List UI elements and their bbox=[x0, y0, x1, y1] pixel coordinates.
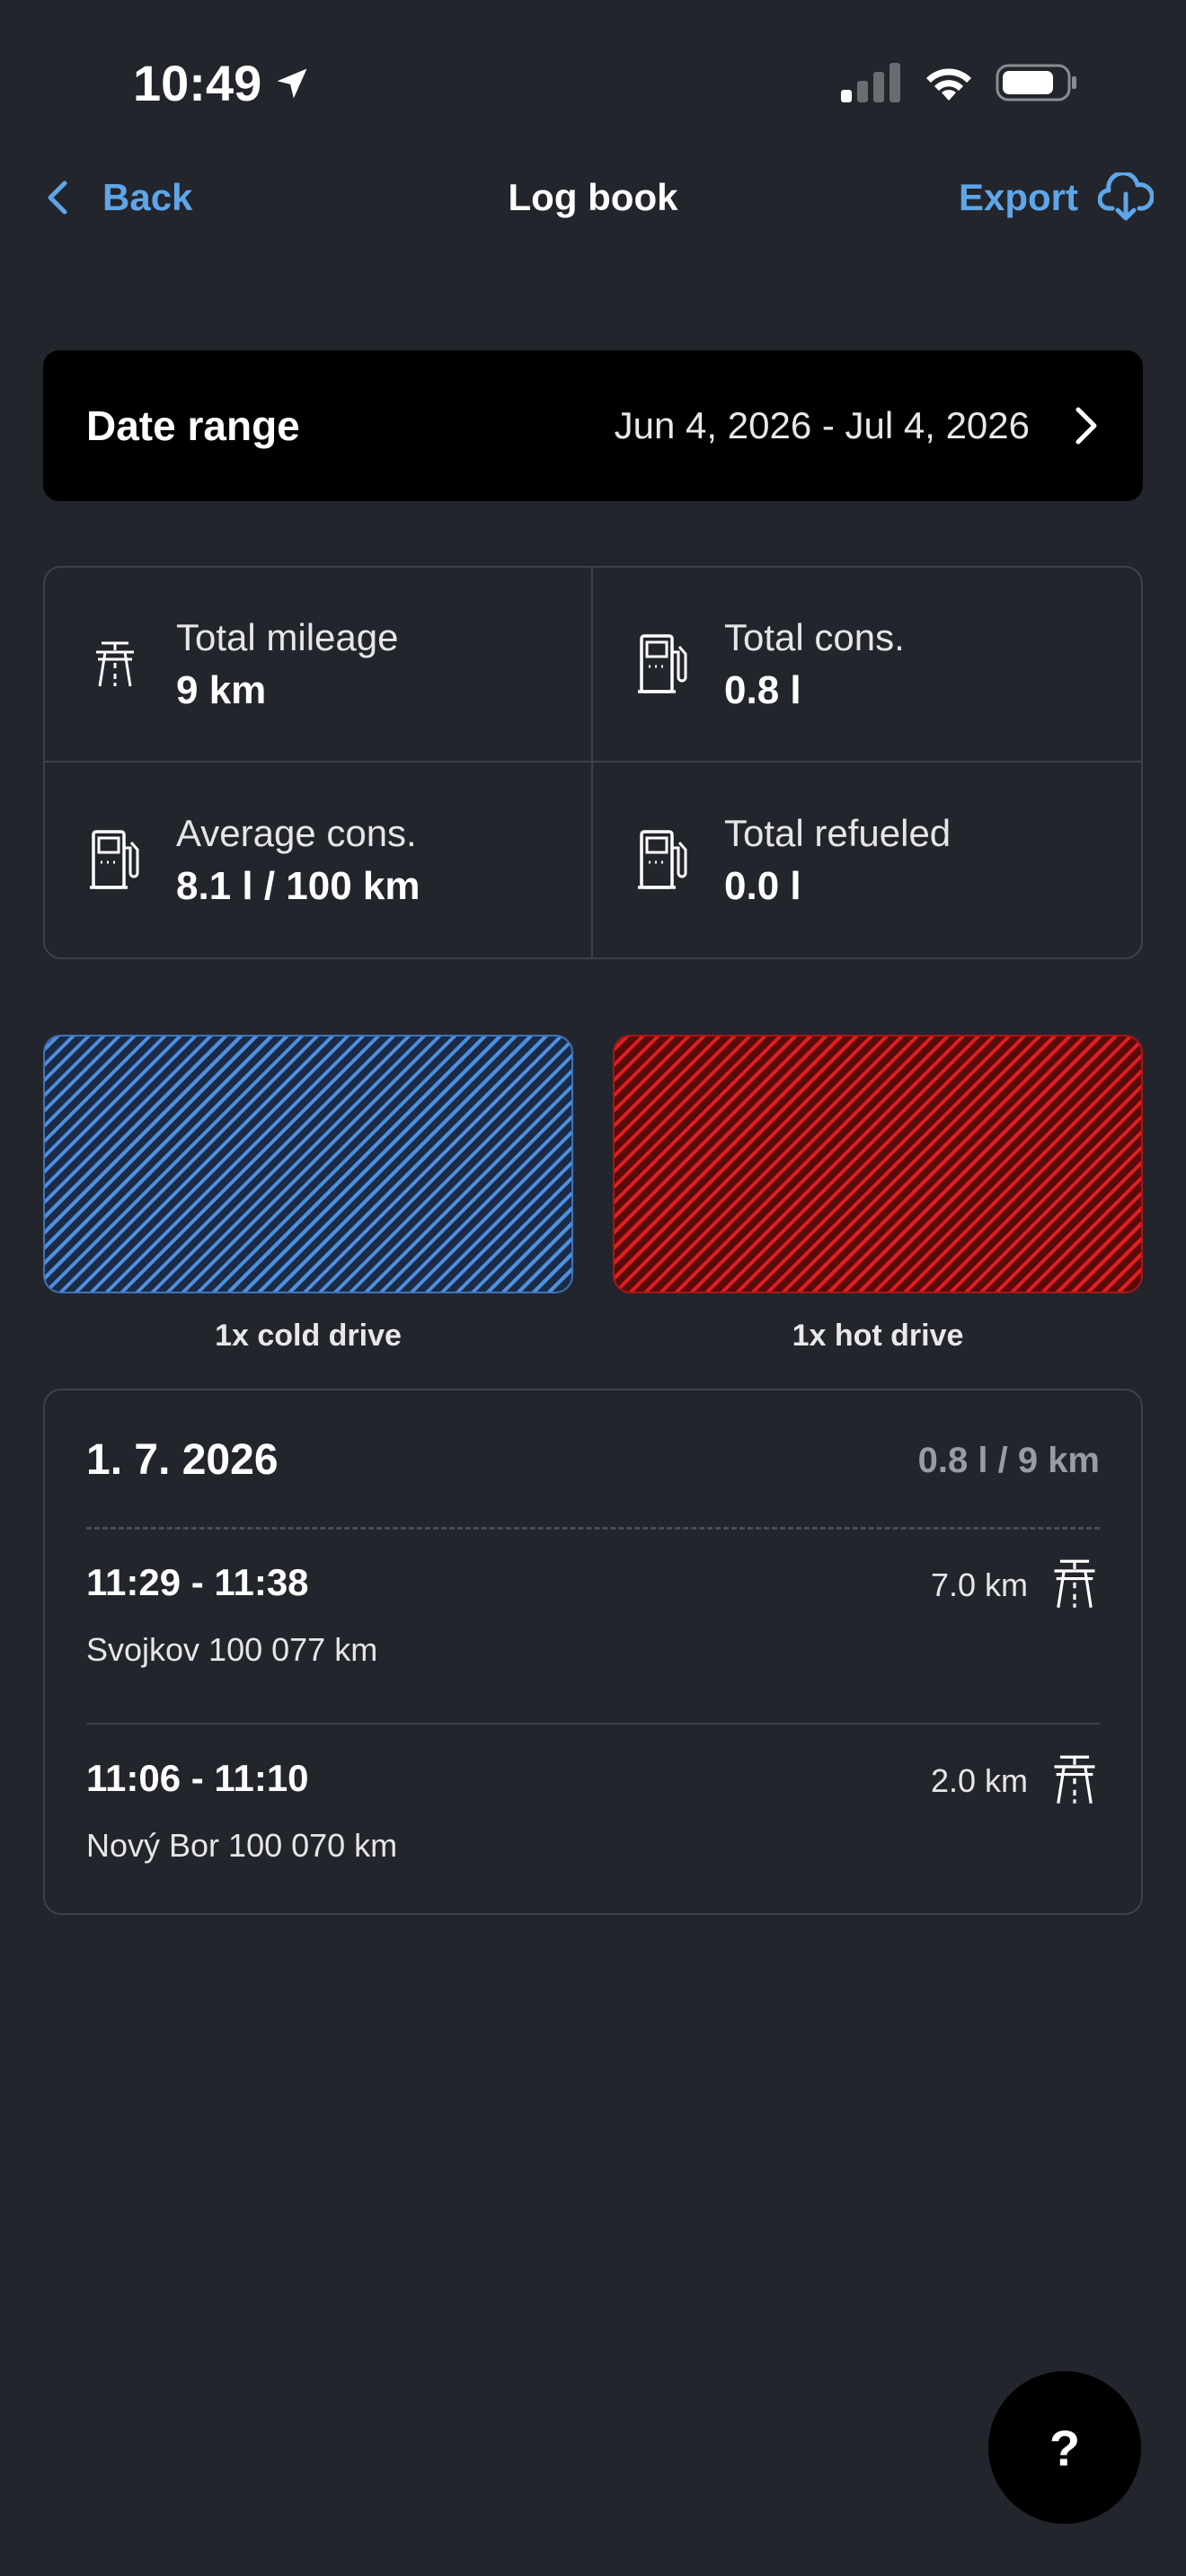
fuel-pump-icon bbox=[633, 632, 694, 697]
road-icon bbox=[1049, 1753, 1100, 1812]
stat-label: Total mileage bbox=[176, 615, 399, 658]
trip-distance: 7.0 km bbox=[930, 1566, 1028, 1603]
trip-distance: 2.0 km bbox=[930, 1762, 1028, 1799]
stat-value: 0.0 l bbox=[724, 863, 801, 908]
status-time: 10:49 bbox=[133, 54, 312, 112]
road-icon bbox=[84, 640, 146, 690]
wifi-icon bbox=[926, 68, 971, 101]
status-indicators bbox=[839, 63, 1078, 102]
stat-label: Total cons. bbox=[724, 615, 905, 658]
stat-value: 0.8 l bbox=[724, 667, 801, 712]
cold-drive-caption: 1x cold drive bbox=[215, 1319, 402, 1353]
stat-label: Average cons. bbox=[176, 811, 417, 854]
trip-time: 11:06 - 11:10 bbox=[86, 1757, 309, 1799]
date-range-selector[interactable]: Date range Jun 4, 2026 - Jul 4, 2026 bbox=[43, 350, 1143, 501]
stat-label: Total refueled bbox=[724, 811, 951, 854]
stat-total-consumption: Total cons. 0.8 l bbox=[593, 568, 1141, 763]
help-button[interactable]: ? bbox=[988, 2371, 1141, 2524]
chevron-right-icon bbox=[1075, 407, 1097, 445]
cold-drive-card[interactable] bbox=[43, 1035, 573, 1293]
fuel-pump-icon bbox=[84, 828, 146, 893]
battery-icon bbox=[996, 64, 1076, 101]
cloud-download-icon bbox=[1098, 172, 1154, 221]
cellular-signal-icon bbox=[841, 63, 900, 102]
stat-total-mileage: Total mileage 9 km bbox=[45, 568, 593, 763]
trip-time: 11:29 - 11:38 bbox=[86, 1561, 309, 1603]
stat-value: 8.1 l / 100 km bbox=[176, 863, 420, 908]
row-divider bbox=[86, 1723, 1100, 1725]
dashed-divider bbox=[86, 1527, 1100, 1530]
trip-place: Nový Bor 100 070 km bbox=[86, 1827, 398, 1864]
hot-drive-caption: 1x hot drive bbox=[792, 1319, 964, 1353]
stats-grid: Total mileage 9 km Total cons. 0.8 l Ave… bbox=[43, 566, 1143, 959]
trip-row[interactable]: 11:06 - 11:10 Nový Bor 100 070 km 2.0 km bbox=[86, 1755, 1100, 1910]
trips-card: 1. 7. 2026 0.8 l / 9 km 11:29 - 11:38 Sv… bbox=[43, 1389, 1143, 1915]
stat-average-consumption: Average cons. 8.1 l / 100 km bbox=[45, 763, 593, 957]
road-icon bbox=[1049, 1557, 1100, 1616]
fuel-pump-icon bbox=[633, 828, 694, 893]
export-button-label: Export bbox=[958, 176, 1078, 218]
nav-bar: Back Log book Export bbox=[0, 162, 1186, 234]
trip-row[interactable]: 11:29 - 11:38 Svojkov 100 077 km 7.0 km bbox=[86, 1559, 1100, 1714]
hot-drive-card[interactable] bbox=[613, 1035, 1143, 1293]
status-time-label: 10:49 bbox=[133, 55, 262, 111]
location-arrow-icon bbox=[277, 68, 307, 98]
status-bar: 10:49 bbox=[0, 0, 1186, 171]
trip-group-summary: 0.8 l / 9 km bbox=[917, 1441, 1100, 1480]
trip-group-date: 1. 7. 2026 bbox=[86, 1436, 279, 1484]
date-range-value: Jun 4, 2026 - Jul 4, 2026 bbox=[614, 404, 1030, 446]
date-range-label: Date range bbox=[86, 402, 300, 449]
export-button[interactable]: Export bbox=[959, 162, 1154, 234]
stat-value: 9 km bbox=[176, 667, 267, 712]
trip-place: Svojkov 100 077 km bbox=[86, 1631, 378, 1668]
stat-total-refueled: Total refueled 0.0 l bbox=[593, 763, 1141, 957]
